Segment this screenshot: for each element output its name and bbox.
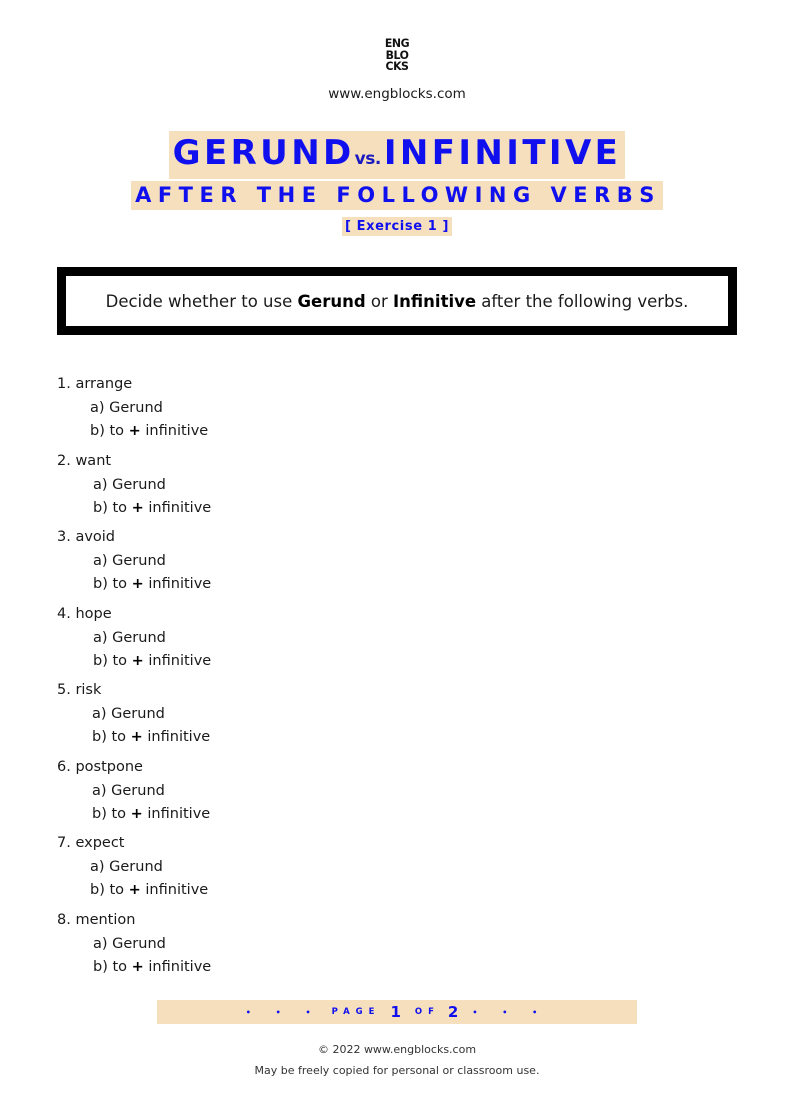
option-a-gerund[interactable]: a) Gerund [90, 398, 163, 418]
instruction-middle: or [365, 291, 394, 311]
instruction-suffix: after the following verbs. [476, 291, 689, 311]
option-a-gerund[interactable]: a) Gerund [93, 475, 166, 495]
plus-icon: + [131, 576, 144, 592]
plus-icon: + [131, 652, 144, 669]
page-title: GERUNDvs.INFINITIVE [0, 131, 794, 179]
dots-right: • • • [472, 1007, 549, 1017]
page-total: 2 [447, 1003, 459, 1021]
option-b-suffix: infinitive [143, 499, 212, 516]
instruction-gerund: Gerund [297, 291, 366, 311]
option-a-gerund[interactable]: a) Gerund [90, 857, 163, 877]
plus-icon: + [128, 423, 141, 439]
option-a-gerund[interactable]: a) Gerund [93, 628, 166, 648]
page-current: 1 [390, 1003, 401, 1021]
option-b-prefix: b) to [92, 805, 131, 822]
instruction-infinitive: Infinitive [393, 291, 477, 311]
question-verb: 5. risk [57, 682, 102, 698]
option-b-suffix: infinitive [143, 652, 212, 669]
question-item: 8. mention a) Gerund b) to + infinitive [57, 910, 657, 987]
title-gerund: GERUND [172, 133, 355, 173]
plus-icon: + [130, 729, 143, 745]
pagination-bar: • • • PAGE 1 OF 2 • • • [157, 1000, 637, 1024]
subtitle-text: AFTER THE FOLLOWING VERBS [131, 181, 663, 210]
option-b-infinitive[interactable]: b) to + infinitive [93, 651, 211, 671]
option-b-prefix: b) to [93, 499, 132, 516]
question-verb: 8. mention [57, 911, 136, 928]
plus-icon: + [131, 499, 144, 516]
option-a-gerund[interactable]: a) Gerund [93, 551, 166, 571]
question-verb: 3. avoid [57, 529, 116, 545]
question-verb: 4. hope [57, 605, 112, 622]
option-b-infinitive[interactable]: b) to + infinitive [92, 804, 210, 824]
option-b-suffix: infinitive [143, 958, 212, 975]
question-verb: 6. postpone [57, 758, 143, 775]
footer-copyright: © 2022 www.engblocks.com [317, 1043, 477, 1056]
dots-left: • • • [245, 1007, 322, 1017]
question-item: 6. postpone a) Gerund b) to + infinitive [57, 757, 657, 834]
page-of-label: OF [414, 1007, 440, 1017]
option-a-gerund[interactable]: a) Gerund [93, 934, 166, 954]
page-subtitle: AFTER THE FOLLOWING VERBS [0, 181, 794, 210]
exercise-label: [ Exercise 1 ] [0, 215, 794, 236]
question-item: 2. want a) Gerund b) to + infinitive [57, 451, 657, 528]
option-b-prefix: b) to [92, 729, 131, 745]
question-verb: 1. arrange [57, 376, 133, 392]
exercise-text: [ Exercise 1 ] [341, 217, 453, 236]
question-verb: 7. expect [57, 835, 125, 851]
plus-icon: + [128, 882, 141, 898]
option-a-gerund[interactable]: a) Gerund [92, 781, 165, 801]
option-b-suffix: infinitive [140, 423, 209, 439]
option-b-suffix: infinitive [143, 576, 212, 592]
question-item: 5. risk a) Gerund b) to + infinitive [57, 680, 657, 757]
instruction-prefix: Decide whether to use [105, 291, 298, 311]
option-b-prefix: b) to [90, 882, 129, 898]
option-b-prefix: b) to [90, 423, 129, 439]
plus-icon: + [131, 958, 144, 975]
instruction-text: Decide whether to use Gerund or Infiniti… [106, 292, 689, 311]
question-item: 3. avoid a) Gerund b) to + infinitive [57, 527, 657, 604]
option-b-prefix: b) to [93, 652, 132, 669]
title-vs: vs. [354, 149, 382, 169]
question-list: 1. arrange a) Gerund b) to + infinitive 2. … [57, 374, 657, 986]
page-label: PAGE [331, 1007, 381, 1017]
option-b-suffix: infinitive [142, 805, 211, 822]
option-b-prefix: b) to [93, 576, 132, 592]
instruction-box: Decide whether to use Gerund or Infiniti… [57, 267, 737, 335]
question-verb: 2. want [57, 452, 112, 469]
option-b-suffix: infinitive [140, 882, 209, 898]
option-b-suffix: infinitive [142, 729, 211, 745]
question-item: 7. expect a) Gerund b) to + infinitive [57, 833, 657, 910]
engblocks-logo: ENG BLO CKS [0, 37, 794, 73]
option-b-infinitive[interactable]: b) to + infinitive [93, 498, 211, 518]
option-a-gerund[interactable]: a) Gerund [92, 704, 165, 724]
option-b-infinitive[interactable]: b) to + infinitive [90, 421, 208, 441]
site-url: www.engblocks.com [328, 86, 466, 102]
title-infinitive: INFINITIVE [383, 133, 622, 173]
footer-note: May be freely copied for personal or cla… [254, 1064, 540, 1077]
question-item: 4. hope a) Gerund b) to + infinitive [57, 604, 657, 681]
title-highlight: GERUNDvs.INFINITIVE [168, 131, 626, 179]
option-b-infinitive[interactable]: b) to + infinitive [92, 727, 210, 747]
logo-line: CKS [385, 59, 409, 73]
plus-icon: + [130, 805, 143, 822]
option-b-infinitive[interactable]: b) to + infinitive [93, 574, 211, 594]
option-b-infinitive[interactable]: b) to + infinitive [93, 957, 211, 977]
option-b-prefix: b) to [93, 958, 132, 975]
question-item: 1. arrange a) Gerund b) to + infinitive [57, 374, 657, 451]
option-b-infinitive[interactable]: b) to + infinitive [90, 880, 208, 900]
